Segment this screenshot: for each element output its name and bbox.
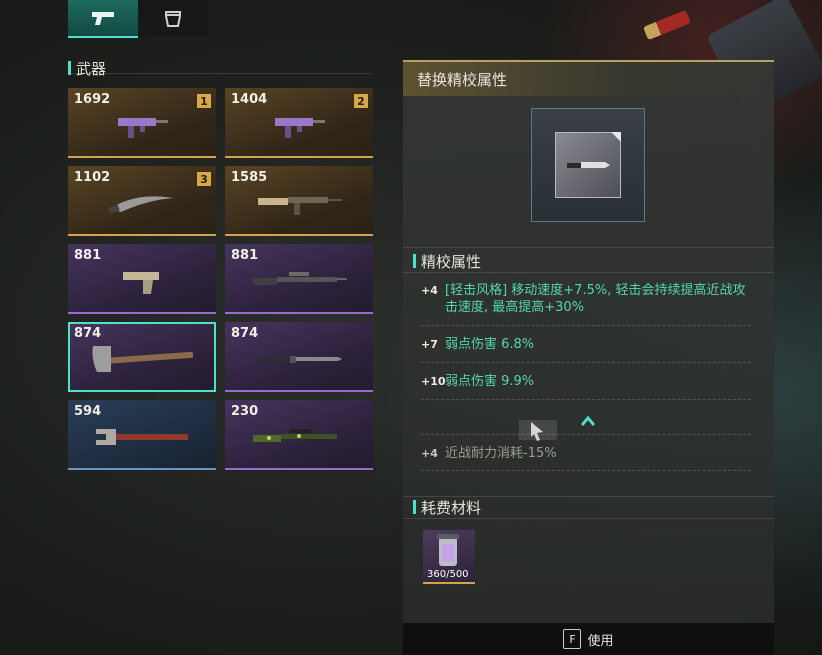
row-divider — [421, 434, 751, 435]
tab-weapons[interactable] — [68, 0, 138, 38]
section-divider — [68, 73, 371, 74]
tab-armor[interactable] — [138, 0, 208, 36]
bayonet-icon — [258, 356, 342, 364]
pistol-icon — [123, 272, 159, 295]
material-slot[interactable]: 360/500 — [423, 530, 475, 584]
attribute-level: +10 — [421, 375, 446, 388]
weapon-card[interactable]: 874 — [225, 322, 373, 392]
row-divider — [421, 362, 751, 363]
attributes-title: 精校属性 — [413, 251, 481, 272]
panel-header: 替换精校属性 — [403, 60, 774, 96]
weapon-power: 1102 — [74, 170, 111, 185]
weapon-power: 230 — [231, 404, 259, 419]
row-divider — [421, 470, 751, 471]
attribute-row[interactable]: +7 弱点伤害 6.8% — [421, 336, 751, 354]
camo-rifle-icon — [253, 429, 337, 443]
attribute-row[interactable]: +10 弱点伤害 9.9% — [421, 373, 751, 391]
row-divider — [421, 325, 751, 326]
reforge-panel: 替换精校属性 精校属性 +4 [轻击风格] 移动速度+7.5%, 轻击会持续提高… — [403, 60, 774, 630]
helmet-icon — [165, 11, 181, 27]
attribute-level: +4 — [421, 447, 438, 460]
cost-divider — [403, 518, 774, 519]
weapon-power: 874 — [74, 326, 102, 341]
attributes-header-line — [403, 247, 774, 248]
weapon-power: 874 — [231, 326, 259, 341]
weapon-card[interactable]: 881 — [225, 244, 373, 314]
keybind-key: F — [563, 629, 582, 649]
rifle-icon — [258, 197, 342, 216]
weapon-card[interactable]: 594 — [68, 400, 216, 470]
weapon-card[interactable]: 1585 — [225, 166, 373, 236]
wrench-icon — [96, 429, 188, 446]
equip-slot-badge: 2 — [354, 94, 368, 108]
equip-slot-badge: 3 — [197, 172, 211, 186]
knife-icon — [567, 162, 610, 168]
attributes-divider — [403, 272, 774, 273]
weapon-card[interactable]: 230 — [225, 400, 373, 470]
axe-icon — [92, 346, 194, 373]
item-preview-frame — [555, 132, 621, 198]
weapon-power: 594 — [74, 404, 102, 419]
attribute-text: 弱点伤害 6.8% — [445, 337, 535, 352]
attribute-text: [轻击风格] 移动速度+7.5%, 轻击会持续提高近战攻击速度, 最高提高+30… — [445, 283, 746, 315]
smg-icon — [118, 118, 168, 139]
weapon-power: 881 — [74, 248, 102, 263]
weapon-power: 1692 — [74, 92, 111, 107]
weapon-power: 1404 — [231, 92, 268, 107]
weapon-grid: 1692 1 1404 2 1102 3 1585 881 881 874 87… — [68, 88, 373, 470]
chevron-up-icon[interactable] — [581, 416, 595, 426]
item-preview — [531, 108, 645, 222]
row-divider — [421, 399, 751, 400]
weapons-section-title: 武器 — [68, 58, 106, 79]
equip-slot-badge: 1 — [197, 94, 211, 108]
pistol-icon — [92, 12, 114, 25]
weapon-power: 881 — [231, 248, 259, 263]
blade-icon — [108, 196, 173, 214]
category-tabs — [68, 0, 208, 38]
attribute-text: 弱点伤害 9.9% — [445, 374, 535, 389]
smg-icon — [275, 118, 325, 139]
vial-icon — [437, 534, 459, 566]
weapon-card[interactable]: 1692 1 — [68, 88, 216, 158]
sniper-rifle-icon — [253, 272, 347, 286]
shotgun-shell-prop — [643, 9, 691, 41]
mouse-cursor-icon — [519, 420, 557, 441]
weapon-card[interactable]: 1404 2 — [225, 88, 373, 158]
panel-title: 替换精校属性 — [417, 70, 508, 89]
attribute-row[interactable]: +4 [轻击风格] 移动速度+7.5%, 轻击会持续提高近战攻击速度, 最高提高… — [421, 282, 751, 318]
material-count: 360/500 — [427, 569, 469, 580]
preview-corner — [611, 132, 621, 142]
use-action-bar[interactable]: F 使用 — [403, 623, 774, 655]
attribute-row-current: +4 近战耐力消耗-15% — [421, 445, 751, 463]
weapon-card-selected[interactable]: 874 — [68, 322, 216, 392]
use-label: 使用 — [587, 633, 614, 649]
weapon-card[interactable]: 881 — [68, 244, 216, 314]
attribute-level: +4 — [421, 284, 438, 297]
attribute-text: 近战耐力消耗-15% — [445, 446, 557, 461]
weapon-card[interactable]: 1102 3 — [68, 166, 216, 236]
cost-title: 耗费材料 — [413, 497, 481, 518]
weapon-power: 1585 — [231, 170, 268, 185]
attribute-level: +7 — [421, 338, 438, 351]
